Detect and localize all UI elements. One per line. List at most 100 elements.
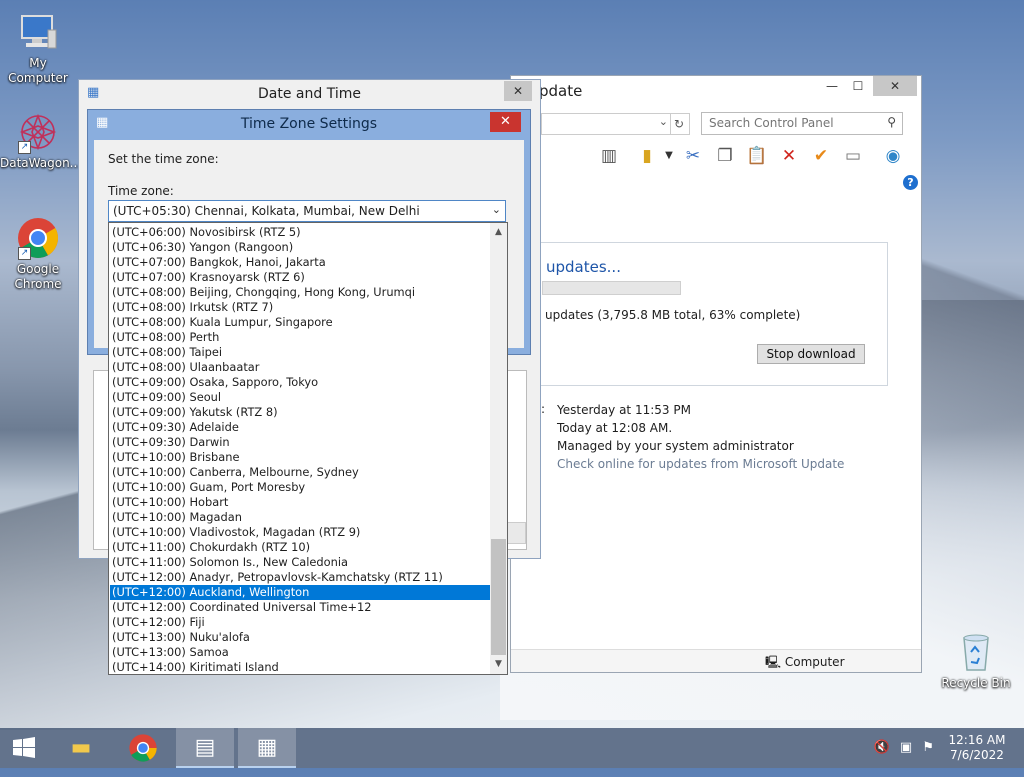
computer-icon: 🖳 [765,655,782,669]
search-input[interactable] [702,113,877,132]
time-zone-option[interactable]: (UTC+11:00) Solomon Is., New Caledonia [110,555,490,570]
time-zone-option[interactable]: (UTC+10:00) Canberra, Melbourne, Sydney [110,465,490,480]
shell-icon[interactable]: ◉ [881,144,905,168]
time-zone-option[interactable]: (UTC+08:00) Beijing, Chongqing, Hong Kon… [110,285,490,300]
check-online-link[interactable]: Check online for updates from Microsoft … [557,455,844,473]
taskbar-file-explorer[interactable]: ▬ [52,728,110,768]
copy-icon[interactable]: ❐ [713,144,737,168]
paste-icon[interactable]: 📋 [745,144,769,168]
time-zone-option[interactable]: (UTC+13:00) Samoa [110,645,490,660]
time-zone-option[interactable]: (UTC+08:00) Kuala Lumpur, Singapore [110,315,490,330]
computer-icon [16,10,60,54]
time-zone-option[interactable]: (UTC+14:00) Kiritimati Island [110,660,490,674]
dialog-title: Date and Time [79,80,540,108]
calendar-clock-icon: ▦ [256,735,278,760]
recycle-bin-icon [954,630,998,674]
close-button[interactable]: ✕ [504,81,532,101]
time-zone-option[interactable]: (UTC+11:00) Chokurdakh (RTZ 10) [110,540,490,555]
time-zone-option[interactable]: (UTC+06:30) Yangon (Rangoon) [110,240,490,255]
last-check-time: Yesterday at 11:53 PM [557,403,691,417]
taskbar-chrome[interactable] [114,728,172,768]
dialog-title: Time Zone Settings [240,116,378,132]
cut-icon[interactable]: ✂ [681,144,705,168]
datawagon-icon: ↗ [16,110,60,154]
time-zone-dropdown-list[interactable]: (UTC+06:00) Novosibirsk (RTZ 5) (UTC+06:3… [108,222,508,675]
installed-time: Today at 12:08 AM. [557,421,673,435]
taskbar-clock[interactable]: 12:16 AM 7/6/2022 [940,733,1014,763]
time-zone-option[interactable]: (UTC+10:00) Brisbane [110,450,490,465]
shortcut-arrow-icon: ↗ [18,141,31,154]
time-zone-option[interactable]: (UTC+10:00) Hobart [110,495,490,510]
chevron-down-icon[interactable]: ⌄ [659,115,668,128]
layout-icon[interactable]: ▥ [597,144,621,168]
time-zone-option[interactable]: (UTC+09:30) Adelaide [110,420,490,435]
desktop-icon-recycle-bin[interactable]: Recycle Bin [936,630,1016,691]
time-zone-option[interactable]: (UTC+08:00) Taipei [110,345,490,360]
taskbar-date-time[interactable]: ▦ [238,728,296,768]
time-zone-option[interactable]: (UTC+09:00) Yakutsk (RTZ 8) [110,405,490,420]
desktop-icon-label: DataWagon... [0,156,82,170]
refresh-icon[interactable]: ↻ [669,113,690,135]
address-bar[interactable]: ⌄ [541,113,671,135]
stop-download-button[interactable]: Stop download [757,344,865,364]
taskbar-control-panel[interactable]: ▤ [176,728,234,768]
delete-icon[interactable]: ✕ [777,144,801,168]
status-computer: 🖳 Computer [765,653,845,674]
scroll-thumb[interactable] [491,539,506,655]
dropdown-scrollbar[interactable]: ▲ ▼ [490,223,507,674]
time-zone-option[interactable]: (UTC+08:00) Perth [110,330,490,345]
start-button[interactable] [0,728,48,768]
chevron-down-icon[interactable]: ⌄ [492,203,501,216]
desktop-icon-label: My Computer [8,56,68,85]
time-zone-option[interactable]: (UTC+06:00) Novosibirsk (RTZ 5) [110,225,490,240]
close-button[interactable]: ✕ [490,112,521,132]
scroll-down-icon[interactable]: ▼ [490,657,507,672]
search-box[interactable]: ⚲ [701,112,903,135]
checkmark-icon[interactable]: ✔ [809,144,833,168]
desktop-icon-google-chrome[interactable]: ↗ Google Chrome [0,216,76,292]
windows-logo-icon [13,737,35,758]
chevron-down-icon[interactable]: ▼ [657,144,681,168]
time-zone-option[interactable]: (UTC+12:00) Anadyr, Petropavlovsk-Kamcha… [110,570,490,585]
info-bullet: : [541,402,546,416]
time-zone-option[interactable]: (UTC+09:30) Darwin [110,435,490,450]
clock-time: 12:16 AM [948,733,1006,747]
desktop-icon-label: Recycle Bin [941,676,1011,690]
desktop-icon-my-computer[interactable]: My Computer [0,10,76,86]
time-zone-option[interactable]: (UTC+10:00) Magadan [110,510,490,525]
volume-muted-icon[interactable]: 🔇 [874,740,890,755]
time-zone-option[interactable]: (UTC+08:00) Ulaanbaatar [110,360,490,375]
progress-fill [543,282,630,294]
desktop-icon-datawagon[interactable]: ↗ DataWagon... [0,110,82,171]
control-panel-icon: ▤ [194,735,216,760]
clock-app-icon: ▦ [87,85,100,100]
clock-app-icon: ▦ [96,115,109,130]
control-panel-window[interactable]: pdate — ☐ ✕ ⌄ ↻ ⚲ ▥ ▮ ▼ ✂ ❐ 📋 ✕ ✔ ▭ ◉ ? … [510,75,922,673]
time-zone-option[interactable]: (UTC+12:00) Auckland, Wellington [110,585,490,600]
time-zone-option[interactable]: (UTC+10:00) Vladivostok, Magadan (RTZ 9) [110,525,490,540]
time-zone-select[interactable]: (UTC+05:30) Chennai, Kolkata, Mumbai, Ne… [108,200,506,222]
time-zone-option[interactable]: (UTC+09:00) Seoul [110,390,490,405]
folder-check-icon[interactable]: ▮ [635,144,659,168]
time-zone-option[interactable]: (UTC+10:00) Guam, Port Moresby [110,480,490,495]
time-zone-options: (UTC+06:00) Novosibirsk (RTZ 5) (UTC+06:3… [110,225,490,674]
windows-update-panel: updates... updates (3,795.8 MB total, 63… [531,242,888,386]
scroll-up-icon[interactable]: ▲ [490,225,507,240]
time-zone-option[interactable]: (UTC+07:00) Krasnoyarsk (RTZ 6) [110,270,490,285]
search-icon[interactable]: ⚲ [887,115,896,129]
properties-icon[interactable]: ▭ [841,144,865,168]
help-icon[interactable]: ? [903,175,918,190]
time-zone-option[interactable]: (UTC+07:00) Bangkok, Hanoi, Jakarta [110,255,490,270]
time-zone-option[interactable]: (UTC+12:00) Fiji [110,615,490,630]
maximize-button[interactable]: ☐ [843,76,873,96]
managed-by-text: Managed by your system administrator [557,439,794,453]
taskbar: ▬ ▤ ▦ 🔇 ▣ ⚑ 12:16 AM 7/6/2022 [0,728,1024,768]
time-zone-option[interactable]: (UTC+12:00) Coordinated Universal Time+1… [110,600,490,615]
time-zone-option[interactable]: (UTC+13:00) Nuku'alofa [110,630,490,645]
flag-icon[interactable]: ⚑ [922,740,934,755]
time-zone-option[interactable]: (UTC+08:00) Irkutsk (RTZ 7) [110,300,490,315]
close-button[interactable]: ✕ [873,76,917,96]
time-zone-option[interactable]: (UTC+09:00) Osaka, Sapporo, Tokyo [110,375,490,390]
network-icon[interactable]: ▣ [900,740,912,755]
time-zone-label: Time zone: [108,184,174,198]
